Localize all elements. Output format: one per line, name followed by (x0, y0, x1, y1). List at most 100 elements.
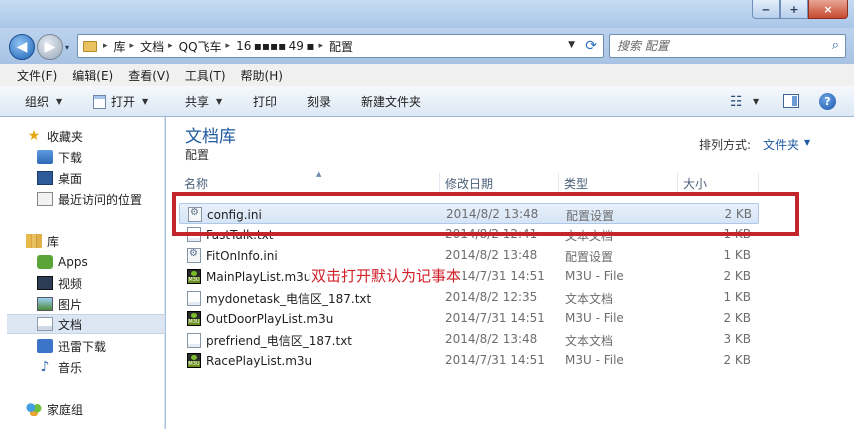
file-name: prefriend_电信区_187.txt (206, 334, 352, 348)
close-button[interactable]: × (808, 0, 848, 19)
column-header-name[interactable]: 名称 (179, 173, 440, 193)
file-modified: 2014/8/2 13:48 (445, 332, 538, 346)
open-button[interactable]: 打开 ▼ (93, 93, 148, 110)
column-headers: ▲ 名称 修改日期 类型 大小 (179, 170, 759, 193)
file-row[interactable]: FitOnInfo.ini 2014/8/2 13:48 配置设置 1 KB (179, 245, 759, 266)
desktop-icon (37, 171, 53, 185)
forward-button[interactable]: ▶ (37, 34, 63, 60)
sidebar-item-favorites[interactable]: ★ 收藏夹 (26, 126, 164, 146)
share-button[interactable]: 共享 ▼ (185, 93, 222, 110)
file-size: 1 KB (723, 290, 751, 304)
sidebar-item-label: 文档 (58, 317, 83, 332)
sidebar-item-homegroup[interactable]: 家庭组 (26, 399, 164, 419)
address-history-dropdown[interactable]: ▼ (568, 40, 575, 50)
breadcrumb-separator[interactable]: ▸ (103, 41, 108, 51)
sidebar-item-libraries[interactable]: 库 (26, 231, 164, 251)
minimize-button[interactable]: ‒ (752, 0, 780, 19)
organize-label: 组织 (25, 95, 50, 109)
breadcrumb-label: QQ飞车 (178, 39, 222, 54)
menu-view[interactable]: 查看(V) (128, 67, 170, 84)
menu-help[interactable]: 帮助(H) (241, 67, 283, 84)
menu-edit[interactable]: 编辑(E) (72, 67, 113, 84)
menu-tools[interactable]: 工具(T) (185, 67, 226, 84)
file-name-cell: RacePlayList.m3u (187, 353, 312, 368)
sidebar-item-label: 桌面 (58, 171, 83, 186)
ini-icon (187, 248, 201, 263)
breadcrumb-config[interactable]: 配置 (329, 38, 353, 55)
column-header-size[interactable]: 大小 (678, 173, 759, 193)
open-icon (93, 94, 106, 109)
views-dropdown[interactable]: ▼ (753, 97, 759, 106)
breadcrumb-account[interactable]: 16 ▪▪▪▪ 49 ▪ ▸ (236, 39, 329, 53)
sidebar-item-label: 下载 (58, 150, 83, 165)
file-type: M3U - File (565, 269, 624, 283)
file-modified: 2014/8/2 12:35 (445, 290, 538, 304)
file-size: 2 KB (723, 269, 751, 283)
address-bar[interactable]: ▸ 库 ▸ 文档 ▸ QQ飞车 ▸ 16 ▪▪▪▪ 49 ▪ ▸ 配置 ▼ ⟳ (77, 34, 604, 58)
organize-button[interactable]: 组织 ▼ (25, 93, 62, 110)
back-button[interactable]: ◀ (9, 34, 35, 60)
homegroup-icon (26, 402, 42, 416)
chevron-down-icon[interactable]: ▼ (804, 138, 810, 147)
arrange-by-dropdown[interactable]: 文件夹 (763, 136, 799, 153)
file-row[interactable]: OutDoorPlayList.m3u 2014/7/31 14:51 M3U … (179, 308, 759, 329)
refresh-icon[interactable]: ⟳ (585, 38, 597, 54)
menu-file[interactable]: 文件(F) (17, 67, 57, 84)
file-modified: 2014/7/31 14:51 (445, 311, 545, 325)
sidebar-item-music[interactable]: ♪ 音乐 (37, 357, 164, 377)
file-row[interactable]: prefriend_电信区_187.txt 2014/8/2 13:48 文本文… (179, 329, 759, 350)
change-view-icon[interactable]: ☷ (730, 94, 743, 110)
sidebar-item-recent[interactable]: 最近访问的位置 (37, 189, 164, 209)
breadcrumb-separator[interactable]: ▸ (168, 41, 173, 51)
sidebar-item-label: Apps (58, 255, 88, 269)
sidebar-item-apps[interactable]: Apps (37, 252, 164, 272)
file-size: 3 KB (723, 332, 751, 346)
preview-pane-icon[interactable] (783, 94, 799, 108)
file-modified: 2014/8/2 13:48 (445, 248, 538, 262)
print-button[interactable]: 打印 (253, 93, 277, 110)
sidebar-item-downloads[interactable]: 下载 (37, 147, 164, 167)
search-box[interactable]: ⌕ (609, 34, 846, 58)
sidebar-item-xunlei[interactable]: 迅雷下载 (37, 336, 164, 356)
file-name: OutDoorPlayList.m3u (206, 311, 334, 326)
file-size: 2 KB (723, 353, 751, 367)
maximize-button[interactable]: + (780, 0, 808, 19)
sidebar-item-label: 迅雷下载 (58, 339, 107, 354)
file-row[interactable]: MainPlayList.m3u 2014/7/31 14:51 M3U - F… (179, 266, 759, 287)
sidebar-item-pictures[interactable]: 图片 (37, 294, 164, 314)
documents-icon (37, 317, 53, 331)
new-folder-button[interactable]: 新建文件夹 (361, 93, 421, 110)
search-input[interactable] (617, 39, 817, 53)
breadcrumb-label: 配置 (329, 39, 354, 54)
search-icon[interactable]: ⌕ (832, 38, 839, 53)
help-icon[interactable]: ? (819, 93, 836, 110)
file-name: FitOnInfo.ini (206, 248, 278, 263)
breadcrumb-separator[interactable]: ▸ (226, 41, 231, 51)
file-row[interactable]: mydonetask_电信区_187.txt 2014/8/2 12:35 文本… (179, 287, 759, 308)
music-icon: ♪ (40, 359, 50, 375)
sidebar-item-documents[interactable]: 文档 (7, 314, 164, 334)
m3u-icon (187, 311, 201, 326)
window-controls: ‒ + × (752, 0, 848, 20)
navigation-bar: ◀ ▶ ▾ ▸ 库 ▸ 文档 ▸ QQ飞车 ▸ 16 ▪▪▪▪ 49 ▪ ▸ 配… (0, 28, 854, 64)
file-modified: 2014/7/31 14:51 (445, 353, 545, 367)
sidebar-item-videos[interactable]: 视频 (37, 273, 164, 293)
recent-pages-dropdown[interactable]: ▾ (65, 43, 69, 52)
file-list-pane: 文档库 配置 排列方式: 文件夹 ▼ ▲ 名称 修改日期 类型 大小 confi… (166, 117, 854, 429)
video-icon (37, 276, 53, 290)
xunlei-download-icon (37, 339, 53, 353)
file-row[interactable]: RacePlayList.m3u 2014/7/31 14:51 M3U - F… (179, 350, 759, 371)
sidebar-item-label: 收藏夹 (47, 129, 84, 144)
breadcrumb-library[interactable]: 库 ▸ (114, 38, 141, 55)
breadcrumb-separator[interactable]: ▸ (130, 41, 135, 51)
title-bar: ‒ + × (0, 0, 854, 28)
breadcrumb-documents[interactable]: 文档 ▸ (140, 38, 179, 55)
burn-button[interactable]: 刻录 (307, 93, 331, 110)
column-header-type[interactable]: 类型 (559, 173, 678, 193)
breadcrumb-qqspeed[interactable]: QQ飞车 ▸ (179, 38, 236, 55)
column-header-modified[interactable]: 修改日期 (440, 173, 559, 193)
breadcrumb-label: 文档 (140, 39, 165, 54)
sidebar-item-desktop[interactable]: 桌面 (37, 168, 164, 188)
breadcrumb-separator[interactable]: ▸ (318, 41, 323, 51)
file-type: M3U - File (565, 353, 624, 367)
